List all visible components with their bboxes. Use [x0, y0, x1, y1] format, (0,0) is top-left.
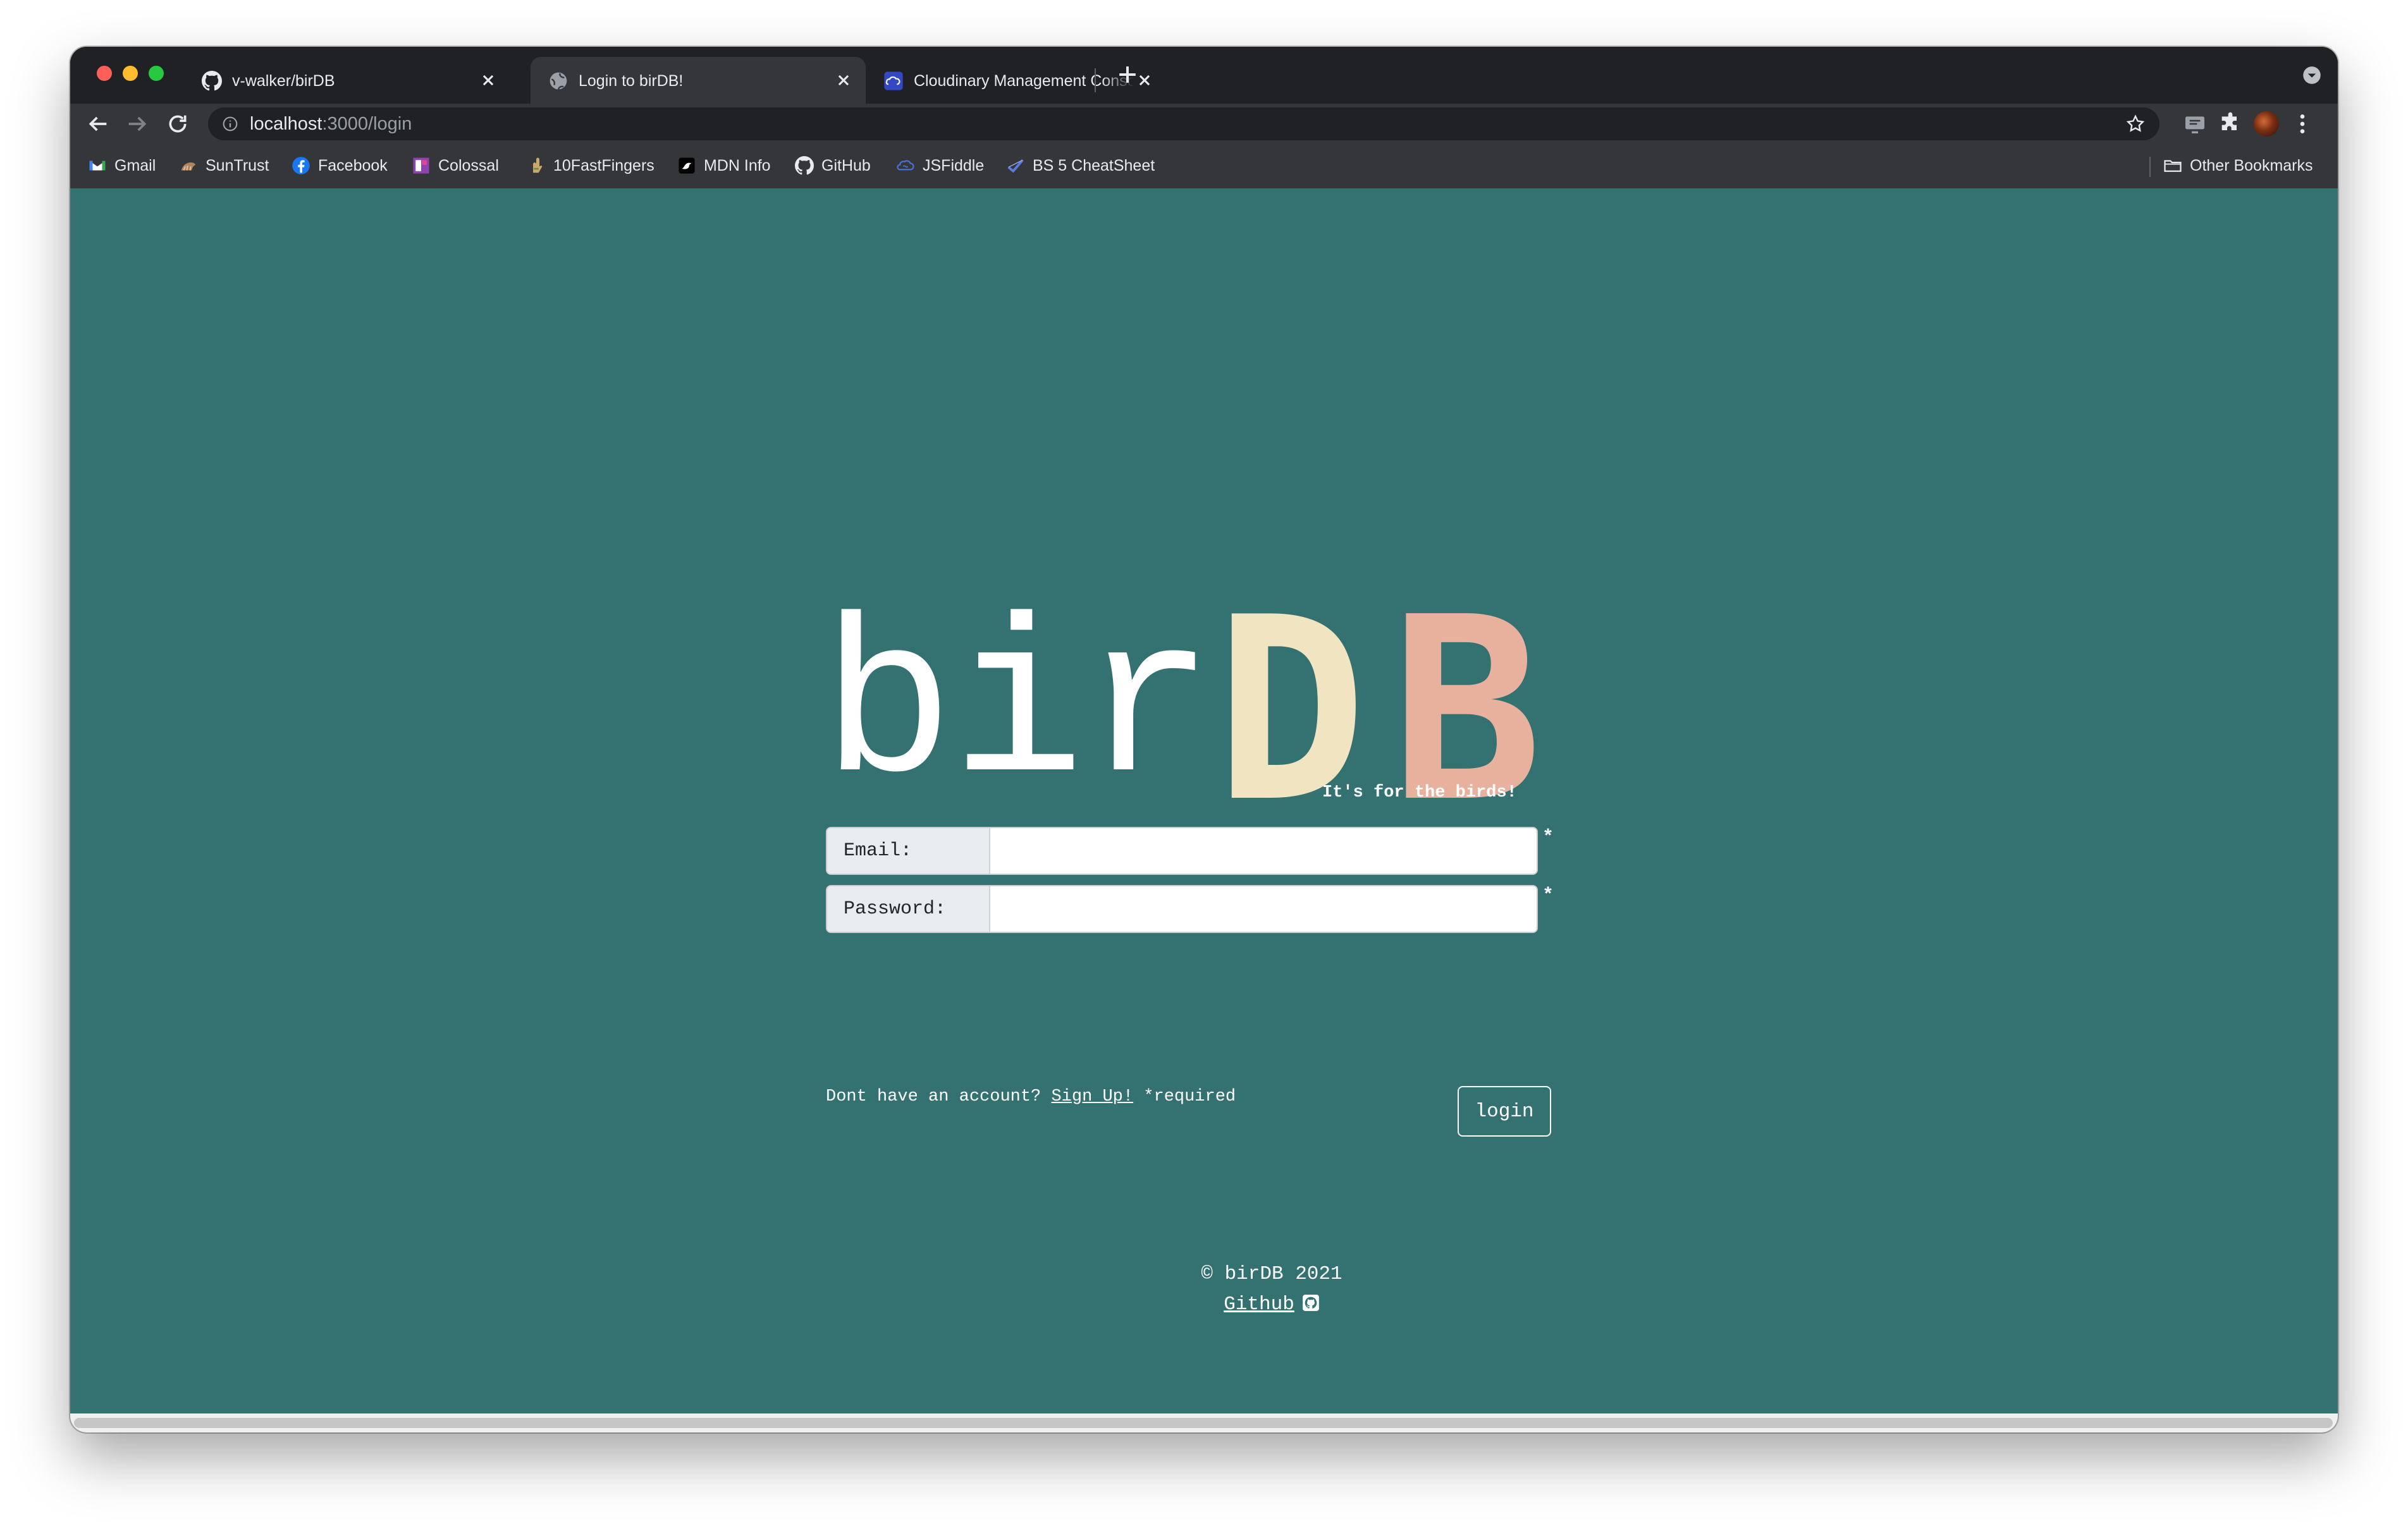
tab-login-birdb[interactable]: Login to birDB!	[531, 57, 866, 104]
logo-text-bir: bir	[821, 586, 1215, 836]
jsfiddle-icon	[897, 160, 914, 171]
bookmark-label: Facebook	[318, 156, 388, 174]
bookmark-star-icon[interactable]	[2125, 114, 2146, 134]
bookmark-mdn[interactable]: MDN Info	[677, 153, 771, 178]
bookmark-other-bookmarks[interactable]: Other Bookmarks	[2163, 153, 2313, 178]
tab-github-birdb[interactable]: v-walker/birDB	[184, 57, 527, 104]
10fastfingers-icon	[533, 157, 543, 173]
more-menu-icon[interactable]	[2290, 111, 2315, 137]
close-tab-icon[interactable]	[477, 70, 499, 91]
close-tab-icon[interactable]	[833, 70, 854, 91]
url-host: localhost	[250, 114, 322, 134]
tab-title: Login to birDB!	[579, 72, 684, 90]
github-icon[interactable]	[1302, 1294, 1320, 1312]
browser-window: v-walker/birDB Login to birDB! Cloudinar…	[70, 47, 2338, 1432]
globe-icon	[550, 72, 567, 90]
footer-copyright: © birDB 2021	[1201, 1263, 1342, 1285]
profile-avatar[interactable]	[2254, 111, 2279, 137]
bookmark-label: Gmail	[114, 156, 156, 174]
required-note: *required	[1143, 1087, 1236, 1106]
browser-toolbar: localhost:3000/login	[70, 104, 2338, 144]
bookmark-bs5-cheatsheet[interactable]: BS 5 CheatSheet	[1006, 153, 1155, 178]
bookmark-facebook[interactable]: Facebook	[292, 153, 388, 178]
other-bookmarks-label: Other Bookmarks	[2190, 156, 2313, 174]
bookmark-colossal[interactable]: Colossal	[412, 153, 499, 178]
tagline: It's for the birds!	[1322, 783, 1517, 802]
bookmark-label: JSFiddle	[923, 156, 985, 174]
password-field: Password:	[826, 885, 1538, 933]
forward-arrow-icon[interactable]	[125, 111, 150, 137]
github-icon	[795, 156, 814, 175]
bookmark-10fastfingers[interactable]: 10FastFingers	[527, 153, 654, 178]
site-info-icon[interactable]	[222, 116, 238, 132]
cast-icon[interactable]	[2182, 111, 2208, 137]
email-input[interactable]	[990, 828, 1537, 874]
folder-icon	[2164, 160, 2182, 172]
bookmark-jsfiddle[interactable]: JSFiddle	[896, 153, 984, 178]
no-account-text: Dont have an account?	[826, 1087, 1041, 1106]
bootstrap-icon	[1007, 159, 1024, 173]
footer-github: Github	[1019, 1293, 1525, 1315]
suntrust-icon	[181, 162, 196, 171]
password-input[interactable]	[990, 886, 1537, 932]
tab-title: Cloudinary Management Console	[914, 72, 1134, 90]
email-label: Email:	[827, 828, 990, 874]
footer-github-link[interactable]: Github	[1224, 1293, 1294, 1315]
gmail-icon	[89, 161, 106, 171]
maximize-window-button[interactable]	[149, 66, 164, 81]
cloudinary-icon	[884, 71, 903, 90]
password-required-marker: *	[1542, 885, 1554, 906]
bookmark-label: GitHub	[821, 156, 871, 174]
tab-strip: v-walker/birDB Login to birDB! Cloudinar…	[70, 47, 2338, 104]
bookmark-label: SunTrust	[206, 156, 269, 174]
back-arrow-icon[interactable]	[85, 111, 111, 137]
url-text: localhost:3000/login	[250, 107, 412, 140]
tab-title: v-walker/birDB	[232, 72, 335, 90]
signup-link[interactable]: Sign Up!	[1051, 1087, 1133, 1106]
new-tab-icon[interactable]	[1114, 61, 1141, 89]
bookmarks-divider	[2149, 157, 2151, 177]
bookmark-label: MDN Info	[704, 156, 771, 174]
facebook-icon	[292, 157, 310, 174]
password-label: Password:	[827, 886, 990, 932]
bookmark-label: BS 5 CheatSheet	[1033, 156, 1155, 174]
bookmark-suntrust[interactable]: SunTrust	[179, 153, 269, 178]
tab-separator	[1095, 68, 1096, 92]
bookmark-gmail[interactable]: Gmail	[88, 153, 156, 178]
bookmark-github[interactable]: GitHub	[795, 153, 871, 178]
scrollbar-thumb[interactable]	[74, 1418, 2333, 1428]
signup-helper: Dont have an account? Sign Up! *required	[826, 1087, 1236, 1106]
email-required-marker: *	[1542, 827, 1554, 848]
page-content: bir D B It's for the birds! Email: * Pas…	[70, 188, 2338, 1413]
reload-icon[interactable]	[165, 111, 190, 137]
github-icon	[202, 71, 222, 91]
horizontal-scrollbar[interactable]	[70, 1413, 2338, 1432]
address-bar[interactable]: localhost:3000/login	[208, 107, 2159, 140]
close-window-button[interactable]	[97, 66, 112, 81]
tab-search-icon[interactable]	[2302, 66, 2321, 85]
bookmark-label: Colossal	[438, 156, 499, 174]
bookmarks-bar: Gmail SunTrust Facebook Colossal 10FastF…	[70, 144, 2338, 189]
extensions-puzzle-icon[interactable]	[2218, 111, 2243, 137]
login-button[interactable]: login	[1458, 1086, 1551, 1137]
minimize-window-button[interactable]	[123, 66, 138, 81]
colossal-icon	[413, 157, 429, 174]
url-path: :3000/login	[322, 114, 412, 134]
email-field: Email:	[826, 827, 1538, 875]
bookmark-label: 10FastFingers	[553, 156, 654, 174]
mdn-icon	[679, 157, 695, 174]
